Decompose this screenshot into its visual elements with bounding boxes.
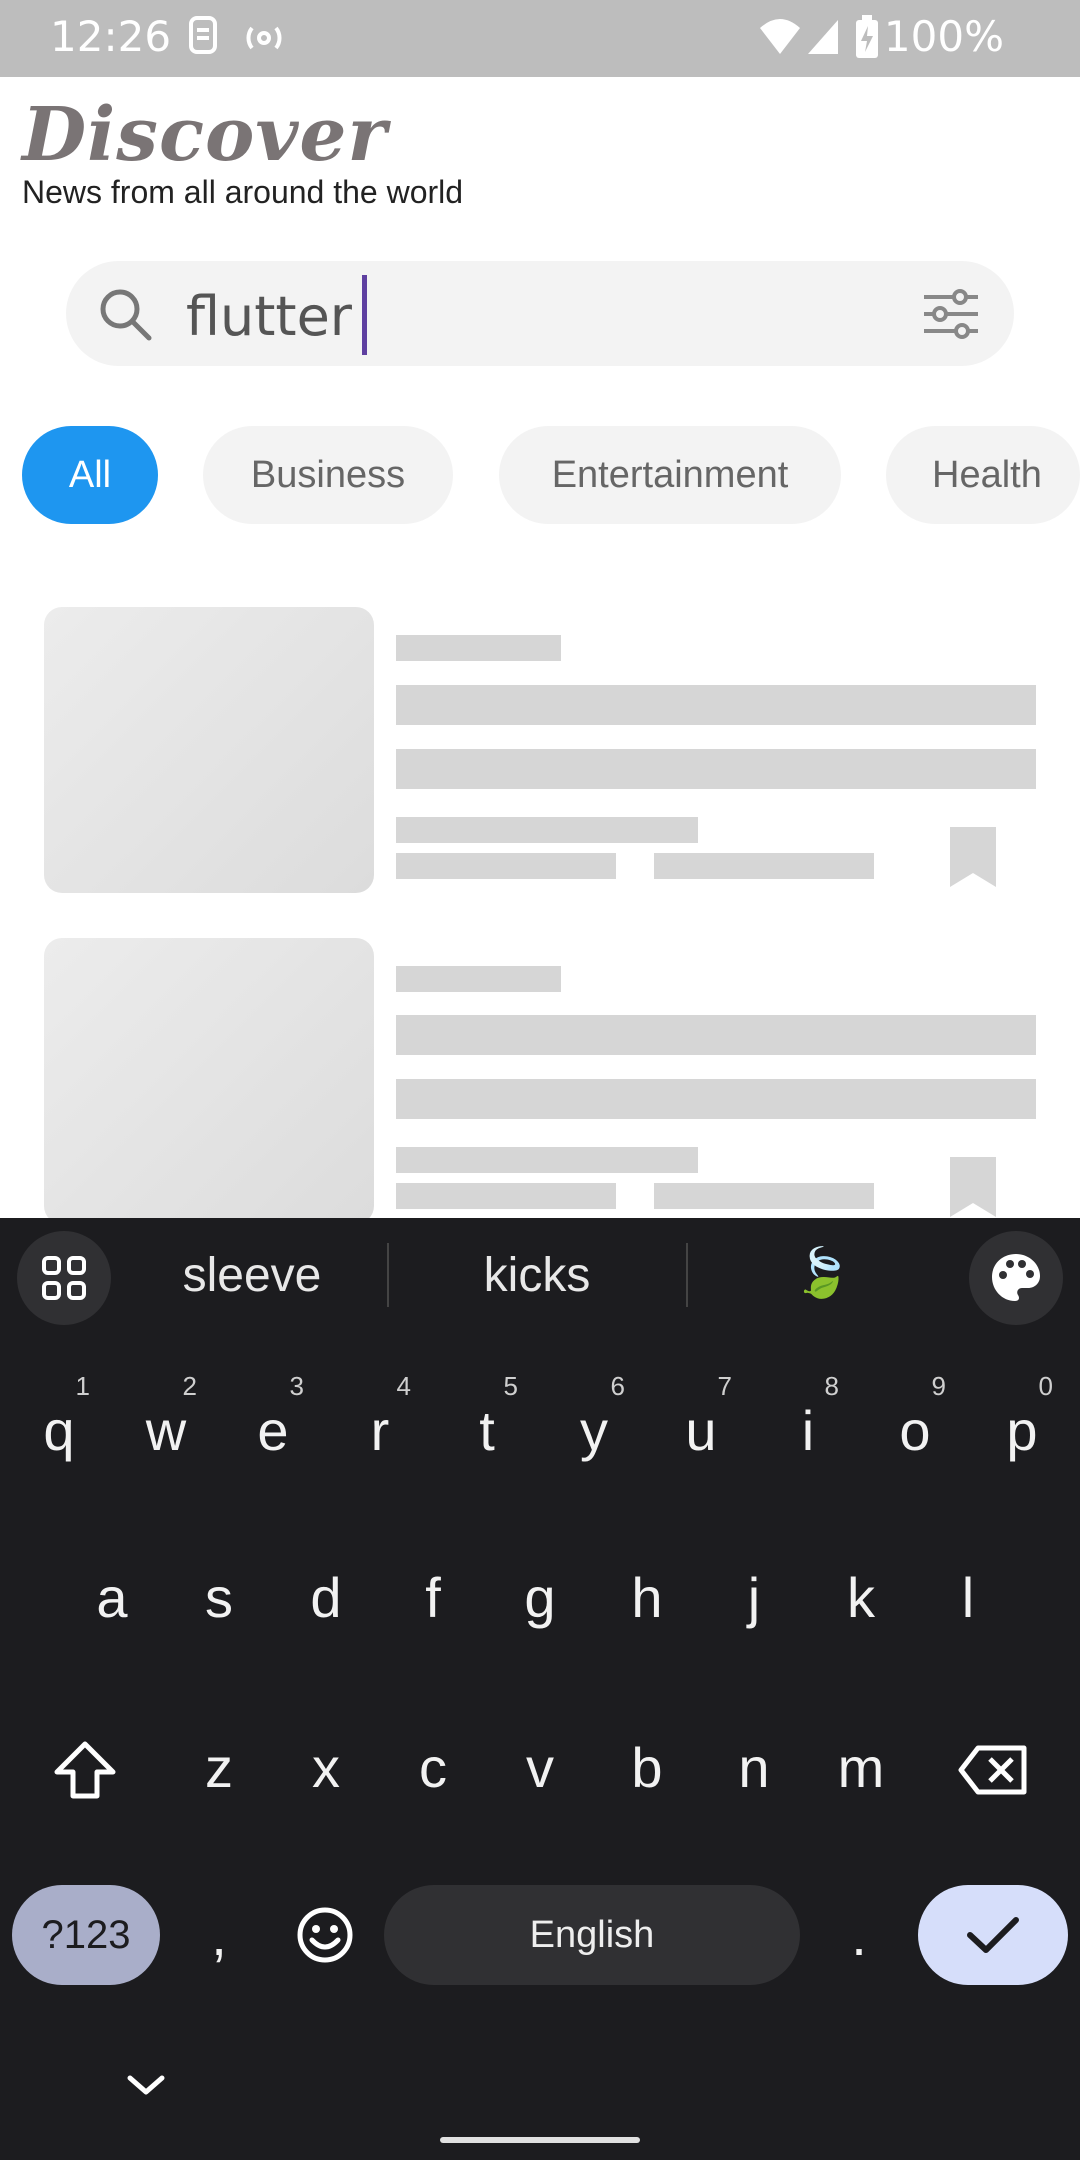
suggestion-emoji[interactable]: 🍃 (692, 1244, 952, 1301)
key-x[interactable]: x (281, 1712, 371, 1822)
suggestion-1[interactable]: sleeve (122, 1248, 382, 1303)
gesture-nav-handle[interactable] (440, 2137, 640, 2143)
done-key[interactable] (918, 1885, 1068, 1985)
key-r[interactable]: r4 (335, 1371, 425, 1485)
sim-card-icon (188, 14, 218, 63)
key-t[interactable]: t5 (442, 1371, 532, 1485)
key-hint-7: 7 (717, 1371, 732, 1401)
category-chip-all[interactable]: All (22, 426, 158, 524)
suggestion-divider (387, 1243, 389, 1307)
skeleton-line (396, 853, 616, 879)
search-bar[interactable]: flutter (66, 261, 1014, 366)
page-title: Discover (22, 92, 388, 178)
skeleton-line (396, 749, 1036, 789)
check-icon (967, 1917, 1019, 1953)
key-g[interactable]: g (495, 1542, 585, 1652)
signal-icon (806, 14, 840, 63)
key-hint-9: 9 (931, 1371, 946, 1401)
filter-sliders-icon[interactable] (922, 289, 980, 344)
symbols-key[interactable]: ?123 (12, 1885, 160, 1985)
key-y[interactable]: y6 (549, 1371, 639, 1485)
key-hint-8: 8 (824, 1371, 839, 1401)
skeleton-line (396, 966, 561, 992)
key-d[interactable]: d (281, 1542, 371, 1652)
palette-icon[interactable] (969, 1231, 1063, 1325)
key-j[interactable]: j (709, 1542, 799, 1652)
key-hint-1: 1 (75, 1371, 90, 1401)
key-f[interactable]: f (388, 1542, 478, 1652)
key-hint-2: 2 (182, 1371, 197, 1401)
apps-grid-icon[interactable] (17, 1231, 111, 1325)
skeleton-line (396, 1147, 698, 1173)
key-hint-5: 5 (503, 1371, 518, 1401)
bookmark-icon (950, 1157, 996, 1217)
page-subtitle: News from all around the world (22, 174, 464, 210)
text-caret (362, 275, 367, 355)
key-hint-0: 0 (1038, 1371, 1053, 1401)
key-hint-3: 3 (289, 1371, 304, 1401)
search-input[interactable]: flutter (186, 285, 352, 348)
key-u[interactable]: u7 (656, 1371, 746, 1485)
suggestion-2[interactable]: kicks (407, 1248, 667, 1303)
key-l[interactable]: l (923, 1542, 1013, 1652)
emoji-key[interactable] (280, 1880, 370, 1990)
key-w[interactable]: w2 (121, 1371, 211, 1485)
key-m[interactable]: m (816, 1712, 906, 1822)
search-icon (96, 285, 154, 348)
status-bar: 12:26 100% (0, 0, 1080, 77)
key-q[interactable]: q1 (14, 1371, 104, 1485)
comma-key[interactable]: , (174, 1880, 264, 1990)
key-o[interactable]: o9 (870, 1371, 960, 1485)
key-v[interactable]: v (495, 1712, 585, 1822)
skeleton-line (654, 853, 874, 879)
category-chip-business[interactable]: Business (203, 426, 453, 524)
suggestion-divider (686, 1243, 688, 1307)
key-b[interactable]: b (602, 1712, 692, 1822)
category-chip-entertainment[interactable]: Entertainment (499, 426, 841, 524)
key-e[interactable]: e3 (228, 1371, 318, 1485)
hide-keyboard-icon[interactable] (124, 2072, 168, 2103)
skeleton-line (396, 1015, 1036, 1055)
key-z[interactable]: z (174, 1712, 264, 1822)
hotspot-icon (244, 14, 284, 63)
key-p[interactable]: p0 (977, 1371, 1067, 1485)
bookmark-icon (950, 827, 996, 887)
key-n[interactable]: n (709, 1712, 799, 1822)
skeleton-line (396, 685, 1036, 725)
key-a[interactable]: a (67, 1542, 157, 1652)
space-key[interactable]: English (384, 1885, 800, 1985)
key-c[interactable]: c (388, 1712, 478, 1822)
battery-percent: 100% (883, 12, 1004, 61)
key-hint-6: 6 (610, 1371, 625, 1401)
skeleton-line (396, 817, 698, 843)
key-h[interactable]: h (602, 1542, 692, 1652)
period-key[interactable]: . (814, 1880, 904, 1990)
key-s[interactable]: s (174, 1542, 264, 1652)
status-time: 12:26 (50, 12, 172, 61)
skeleton-line (396, 1183, 616, 1209)
wifi-icon (758, 14, 802, 63)
skeleton-thumbnail (44, 607, 374, 893)
skeleton-thumbnail (44, 938, 374, 1224)
shift-key[interactable] (40, 1715, 130, 1825)
skeleton-line (396, 635, 561, 661)
category-chip-health[interactable]: Health (886, 426, 1080, 524)
key-k[interactable]: k (816, 1542, 906, 1652)
battery-charging-icon (854, 14, 880, 65)
key-hint-4: 4 (396, 1371, 411, 1401)
backspace-key[interactable] (948, 1715, 1038, 1825)
skeleton-line (396, 1079, 1036, 1119)
key-i[interactable]: i8 (763, 1371, 853, 1485)
skeleton-line (654, 1183, 874, 1209)
soft-keyboard (0, 1218, 1080, 2160)
